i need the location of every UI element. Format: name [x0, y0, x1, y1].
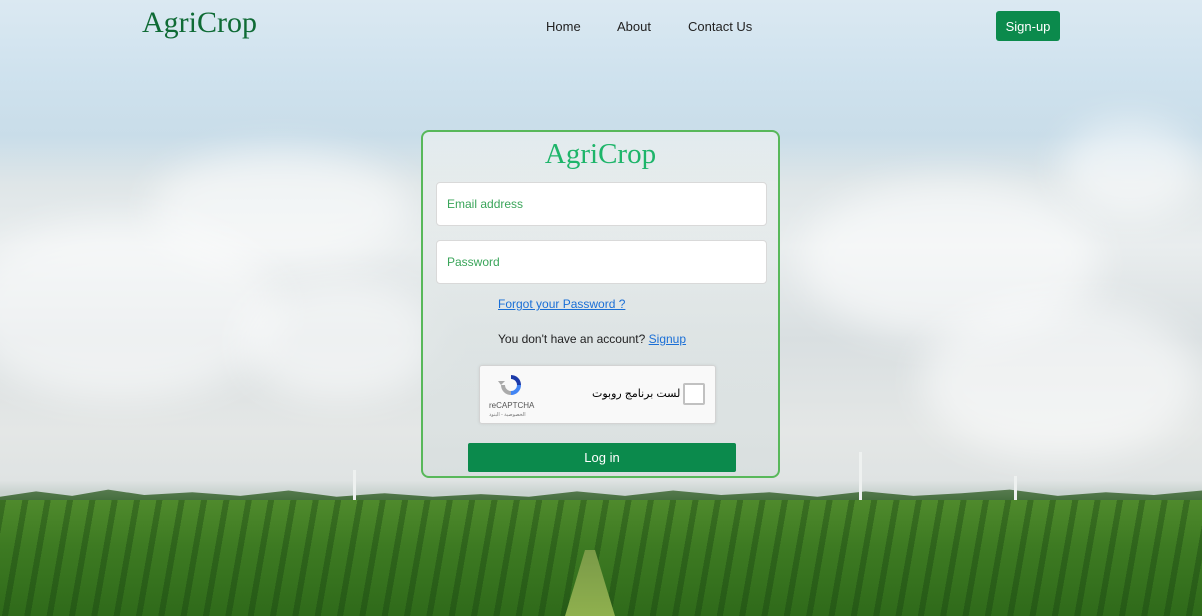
recaptcha-label: أنا لست برنامج روبوت — [592, 388, 693, 400]
login-card: AgriCrop Forgot your Password ? You don'… — [421, 130, 780, 478]
no-account-text: You don't have an account? — [498, 332, 646, 346]
signup-button[interactable]: Sign-up — [996, 11, 1060, 41]
wind-turbine — [859, 452, 862, 502]
background-cloud — [240, 280, 440, 400]
login-button[interactable]: Log in — [468, 443, 736, 472]
brand-logo[interactable]: AgriCrop — [142, 6, 257, 40]
recaptcha-brand: reCAPTCHA — [489, 401, 535, 410]
email-field[interactable] — [436, 182, 767, 226]
recaptcha-terms[interactable]: الخصوصية - البنود — [489, 412, 526, 418]
signup-link[interactable]: Signup — [649, 332, 686, 346]
nav-link-contact[interactable]: Contact Us — [688, 19, 752, 34]
nav-link-home[interactable]: Home — [546, 19, 581, 34]
password-field[interactable] — [436, 240, 767, 284]
navbar: AgriCrop Home About Contact Us Sign-up — [0, 0, 1202, 52]
recaptcha-icon — [498, 372, 524, 398]
recaptcha-checkbox[interactable] — [683, 383, 705, 405]
wind-turbine — [1014, 476, 1017, 502]
background-cloud — [1060, 120, 1200, 220]
background-cloud — [920, 300, 1200, 460]
no-account-line: You don't have an account? Signup — [498, 332, 686, 346]
nav-link-about[interactable]: About — [617, 19, 651, 34]
wind-turbine — [353, 470, 356, 500]
recaptcha-widget: reCAPTCHA الخصوصية - البنود أنا لست برنا… — [479, 365, 716, 424]
forgot-password-link[interactable]: Forgot your Password ? — [498, 297, 625, 311]
card-title: AgriCrop — [544, 138, 657, 170]
